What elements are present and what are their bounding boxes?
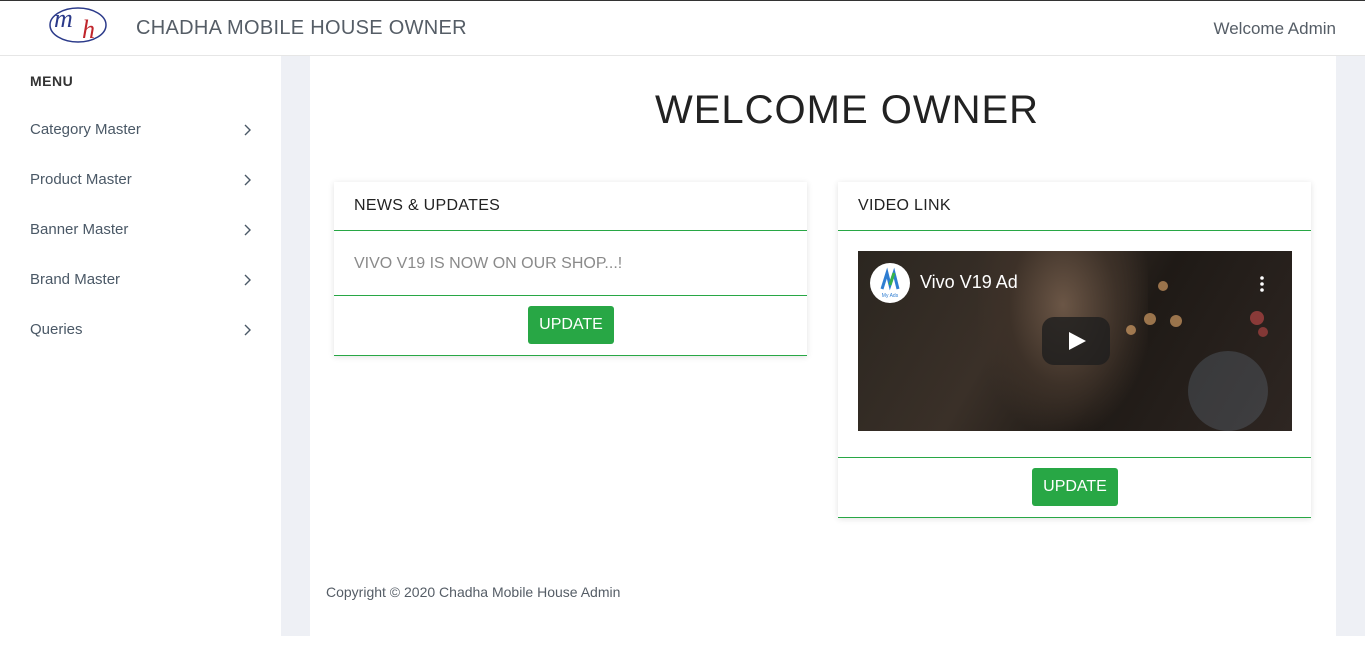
play-icon xyxy=(1069,332,1086,350)
brand-title: CHADHA MOBILE HOUSE OWNER xyxy=(136,17,467,39)
sidebar-item-brand-master[interactable]: Brand Master xyxy=(30,266,260,296)
chevron-right-icon xyxy=(244,274,251,286)
channel-logo-icon: My Ads xyxy=(880,267,900,299)
bokeh-light xyxy=(1144,313,1156,325)
video-update-button[interactable]: UPDATE xyxy=(1032,468,1118,506)
sidebar-item-label: Brand Master xyxy=(30,271,121,288)
bokeh-light xyxy=(1258,327,1268,337)
video-card: VIDEO LINK My Ads Vivo V19 Ad UPDATE xyxy=(838,182,1311,518)
menu-heading: MENU xyxy=(30,73,74,89)
sidebar-item-banner-master[interactable]: Banner Master xyxy=(30,216,260,246)
welcome-admin-text[interactable]: Welcome Admin xyxy=(1213,19,1336,39)
chevron-right-icon xyxy=(244,324,251,336)
bokeh-light xyxy=(1188,351,1268,431)
news-card-title: NEWS & UPDATES xyxy=(354,197,501,214)
news-card: NEWS & UPDATES VIVO V19 IS NOW ON OUR SH… xyxy=(334,182,807,356)
brand-logo[interactable]: m h xyxy=(40,4,120,53)
channel-avatar[interactable]: My Ads xyxy=(870,263,910,303)
svg-text:h: h xyxy=(82,15,95,44)
footer-copyright: Copyright © 2020 Chadha Mobile House Adm… xyxy=(326,584,621,600)
sidebar-item-product-master[interactable]: Product Master xyxy=(30,166,260,196)
sidebar-item-label: Banner Master xyxy=(30,221,129,238)
chevron-right-icon xyxy=(244,174,251,186)
svg-text:m: m xyxy=(54,5,73,33)
chevron-right-icon xyxy=(244,124,251,136)
sidebar-item-label: Queries xyxy=(30,321,83,338)
left-gutter xyxy=(281,56,310,636)
sidebar: MENU Category Master Product Master Bann… xyxy=(0,56,281,666)
top-navbar: m h CHADHA MOBILE HOUSE OWNER Welcome Ad… xyxy=(0,0,1365,56)
sidebar-item-label: Product Master xyxy=(30,171,132,188)
sidebar-item-label: Category Master xyxy=(30,121,141,138)
sidebar-item-category-master[interactable]: Category Master xyxy=(30,116,260,146)
play-button[interactable] xyxy=(1042,317,1110,365)
more-options-icon[interactable] xyxy=(1260,275,1264,293)
news-text: VIVO V19 IS NOW ON OUR SHOP...! xyxy=(354,255,623,272)
bottom-strip xyxy=(281,636,1365,666)
bokeh-light xyxy=(1158,281,1168,291)
channel-label: My Ads xyxy=(882,293,899,299)
right-gutter xyxy=(1336,56,1365,636)
video-card-header: VIDEO LINK xyxy=(838,182,1311,231)
video-player[interactable]: My Ads Vivo V19 Ad xyxy=(858,251,1292,431)
bokeh-light xyxy=(1250,311,1264,325)
video-title[interactable]: Vivo V19 Ad xyxy=(920,272,1018,293)
card-divider xyxy=(334,295,807,296)
news-update-button[interactable]: UPDATE xyxy=(528,306,614,344)
bokeh-light xyxy=(1126,325,1136,335)
card-divider xyxy=(838,457,1311,458)
sidebar-item-queries[interactable]: Queries xyxy=(30,316,260,346)
bokeh-light xyxy=(1170,315,1182,327)
news-card-header: NEWS & UPDATES xyxy=(334,182,807,231)
video-card-title: VIDEO LINK xyxy=(858,197,951,214)
chevron-right-icon xyxy=(244,224,251,236)
page-title: WELCOME OWNER xyxy=(654,88,1040,132)
